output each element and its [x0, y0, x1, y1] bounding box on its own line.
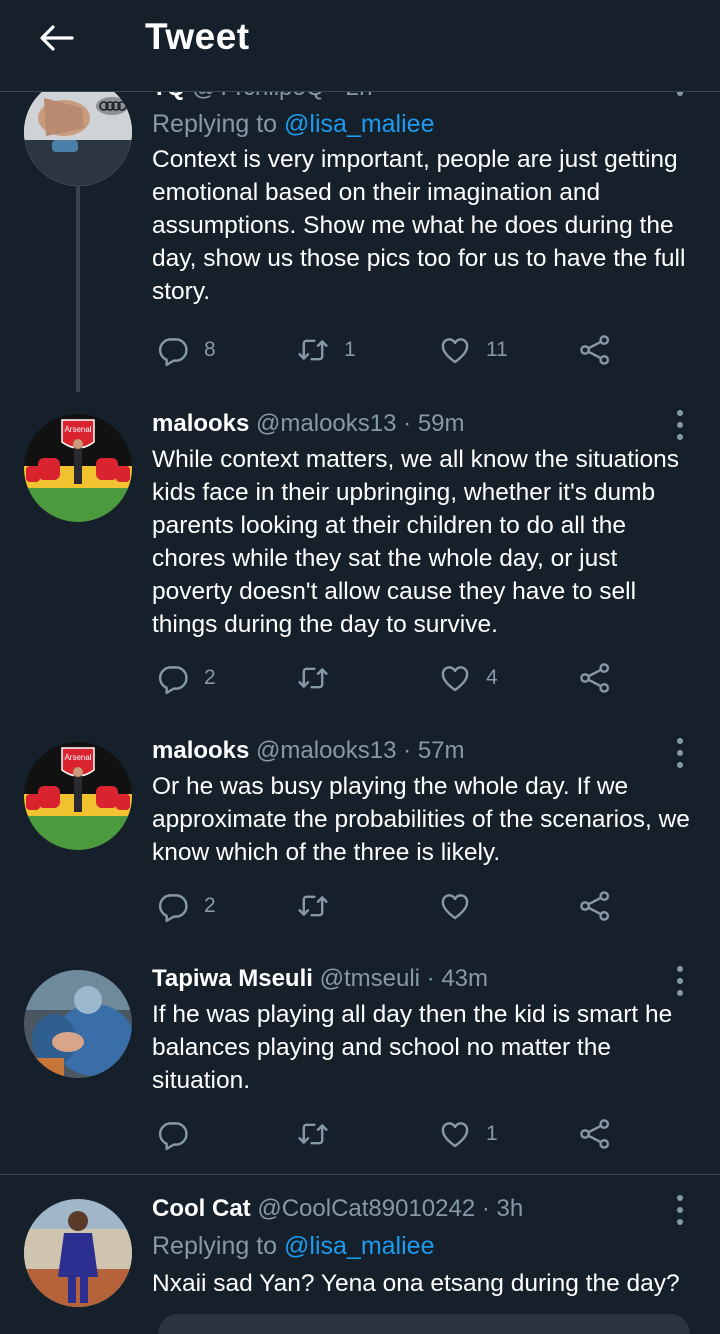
tweet-malooks-2[interactable]: Arsenal malooks @malooks13 · 57m Or he w…: [0, 732, 720, 960]
tweet-actions: 2: [152, 886, 622, 926]
share-icon: [578, 333, 612, 367]
more-options-icon[interactable]: [670, 738, 690, 768]
share-button[interactable]: [578, 1114, 612, 1154]
replying-to: Replying to @lisa_maliee: [152, 1232, 435, 1260]
tweet-meta: Tapiwa Mseuli @tmseuli · 43m: [152, 965, 489, 992]
author-handle[interactable]: @CoolCat89010242: [257, 1195, 475, 1222]
retweet-button[interactable]: 1: [296, 330, 356, 370]
arsenal-label: Arsenal: [64, 425, 91, 434]
app-header: Tweet: [0, 0, 720, 92]
tweet-text: Context is very important, people are ju…: [152, 146, 686, 305]
heart-icon: [438, 333, 472, 367]
reply-button[interactable]: 8: [156, 330, 216, 370]
tweet-text: Or he was busy playing the whole day. If…: [152, 773, 690, 866]
page-title: Tweet: [145, 16, 250, 57]
heart-icon: [438, 1117, 472, 1151]
like-count: 4: [486, 666, 498, 689]
author-handle[interactable]: @tmseuli: [320, 965, 420, 992]
retweet-icon: [296, 1117, 330, 1151]
retweet-button[interactable]: [296, 886, 344, 926]
retweet-icon: [296, 889, 330, 923]
like-count: 1: [486, 1122, 498, 1145]
tweet-malooks-1[interactable]: Arsenal malooks @malooks13 · 59m While c…: [0, 404, 720, 724]
arsenal-label: Arsenal: [64, 753, 91, 762]
share-icon: [578, 889, 612, 923]
tweet-actions: 1: [152, 1114, 622, 1154]
reply-count: 2: [204, 666, 216, 689]
tweet-tapiwa[interactable]: Tapiwa Mseuli @tmseuli · 43m If he was p…: [0, 960, 720, 1174]
avatar[interactable]: [24, 970, 132, 1078]
thread-line: [76, 186, 80, 392]
reply-count: 2: [204, 894, 216, 917]
retweet-icon: [296, 333, 330, 367]
more-options-icon[interactable]: [670, 966, 690, 996]
share-button[interactable]: [578, 330, 612, 370]
author-name[interactable]: malooks: [152, 410, 249, 437]
tweet-meta: malooks @malooks13 · 59m: [152, 410, 465, 437]
retweet-count: 1: [344, 338, 356, 361]
media-preview[interactable]: [158, 1314, 690, 1334]
like-button[interactable]: 4: [438, 658, 498, 698]
retweet-button[interactable]: [296, 658, 344, 698]
reply-count: 8: [204, 338, 216, 361]
tweet-time: 3h: [496, 1195, 524, 1222]
more-options-icon[interactable]: [670, 1195, 690, 1225]
avatar[interactable]: [24, 1199, 132, 1307]
like-button[interactable]: [438, 886, 486, 926]
tweet-actions: 8 1 11: [152, 330, 622, 370]
tweet-time: 43m: [441, 965, 489, 992]
more-options-icon[interactable]: [670, 410, 690, 440]
like-count: 11: [486, 338, 508, 361]
reply-button[interactable]: 2: [156, 886, 216, 926]
heart-icon: [438, 889, 472, 923]
back-button[interactable]: [36, 18, 76, 58]
avatar[interactable]: Arsenal: [24, 414, 132, 522]
tweet-meta: Cool Cat @CoolCat89010242 · 3h: [152, 1195, 524, 1222]
share-icon: [578, 661, 612, 695]
like-button[interactable]: 11: [438, 330, 508, 370]
retweet-button[interactable]: [296, 1114, 344, 1154]
arrow-left-icon: [40, 25, 74, 51]
tweet-text: If he was playing all day then the kid i…: [152, 1001, 673, 1094]
replying-to: Replying to @lisa_maliee: [152, 110, 435, 138]
tweet-meta: malooks @malooks13 · 57m: [152, 737, 465, 764]
reply-icon: [156, 333, 190, 367]
avatar[interactable]: [24, 78, 132, 186]
reply-icon: [156, 1117, 190, 1151]
tweet-coolcat[interactable]: Cool Cat @CoolCat89010242 · 3h Replying …: [0, 1175, 720, 1322]
reply-icon: [156, 889, 190, 923]
reply-button[interactable]: [156, 1114, 204, 1154]
tweet-time: 59m: [417, 410, 465, 437]
replying-to-link[interactable]: @lisa_maliee: [284, 110, 434, 138]
tweet-actions: 2 4: [152, 658, 622, 698]
share-button[interactable]: [578, 658, 612, 698]
retweet-icon: [296, 661, 330, 695]
tweet-text: While context matters, we all know the s…: [152, 446, 679, 638]
author-handle[interactable]: @malooks13: [256, 410, 396, 437]
reply-icon: [156, 661, 190, 695]
author-handle[interactable]: @malooks13: [256, 737, 396, 764]
share-button[interactable]: [578, 886, 612, 926]
share-icon: [578, 1117, 612, 1151]
avatar[interactable]: Arsenal: [24, 742, 132, 850]
author-name[interactable]: Tapiwa Mseuli: [152, 965, 313, 992]
author-name[interactable]: malooks: [152, 737, 249, 764]
reply-button[interactable]: 2: [156, 658, 216, 698]
heart-icon: [438, 661, 472, 695]
tweet-text: Nxaii sad Yan? Yena ona etsang during th…: [152, 1270, 680, 1297]
replying-to-link[interactable]: @lisa_maliee: [284, 1232, 434, 1260]
author-name[interactable]: Cool Cat: [152, 1195, 251, 1222]
like-button[interactable]: 1: [438, 1114, 498, 1154]
tweet-time: 57m: [417, 737, 465, 764]
